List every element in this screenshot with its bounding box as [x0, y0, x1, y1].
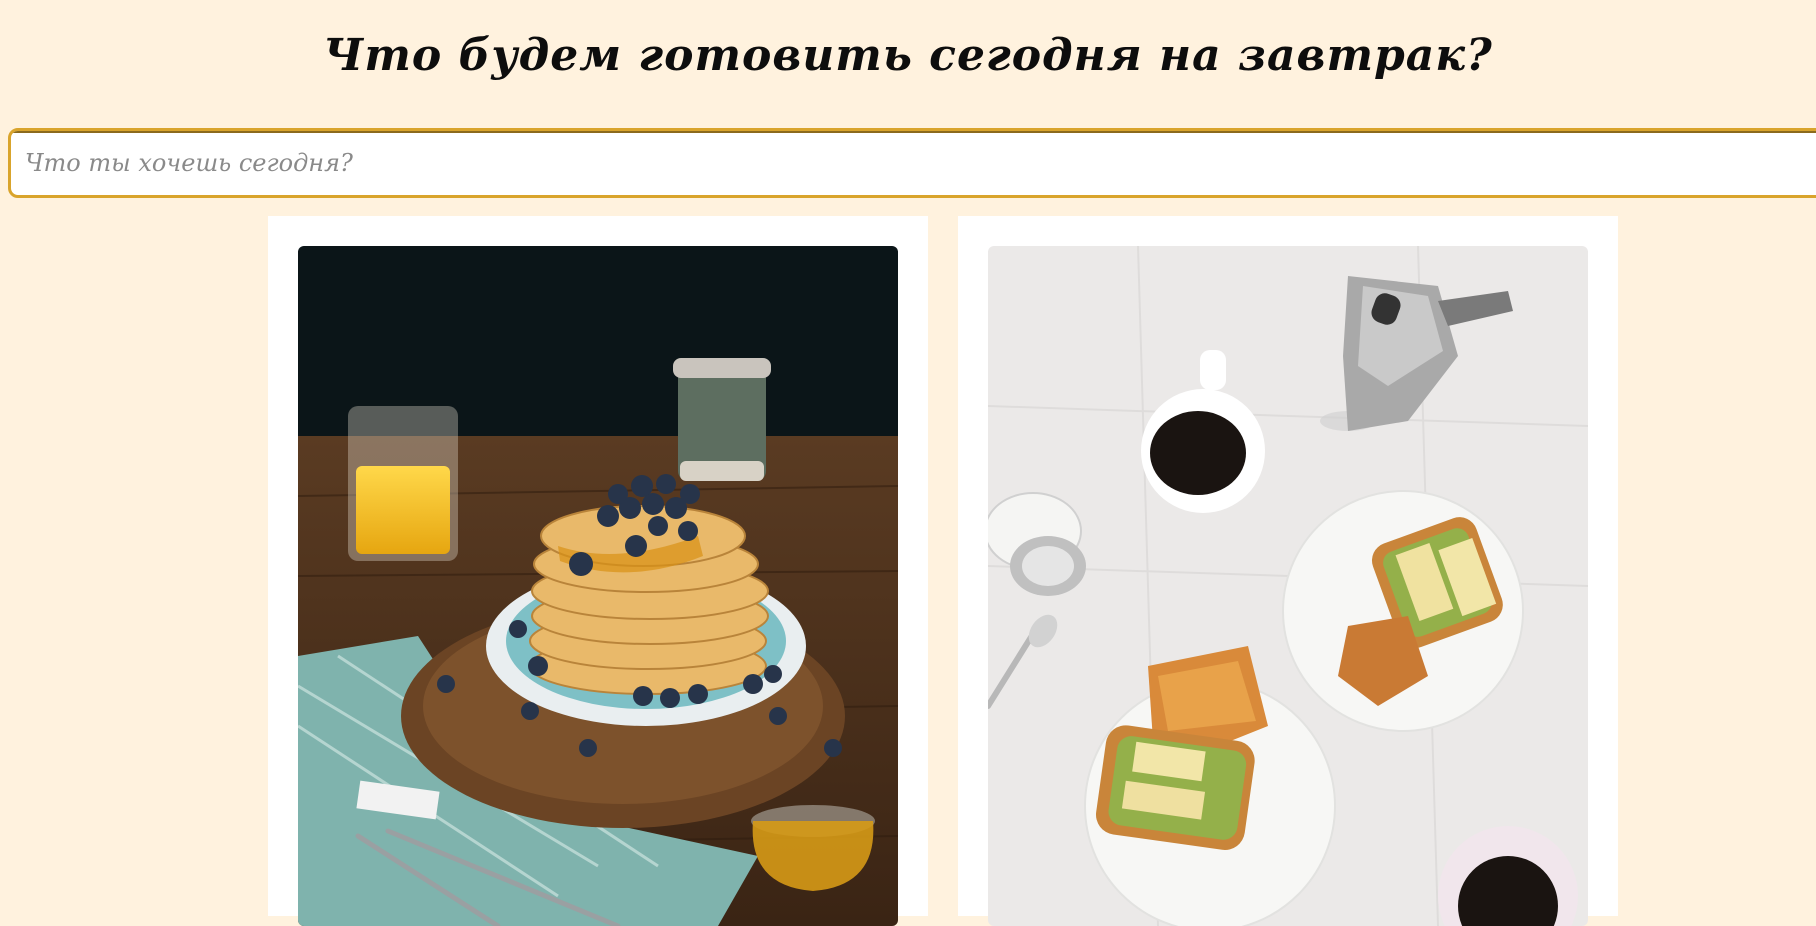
recipe-card-pancakes[interactable]	[268, 216, 928, 926]
recipe-card-avocado-toast[interactable]	[958, 216, 1618, 926]
search-bar[interactable]	[8, 128, 1816, 198]
search-input[interactable]	[11, 131, 1816, 195]
avocado-toast-photo[interactable]	[988, 246, 1588, 926]
pancakes-photo[interactable]	[298, 246, 898, 926]
page-title: Что будем готовить сегодня на завтрак?	[323, 30, 1493, 81]
